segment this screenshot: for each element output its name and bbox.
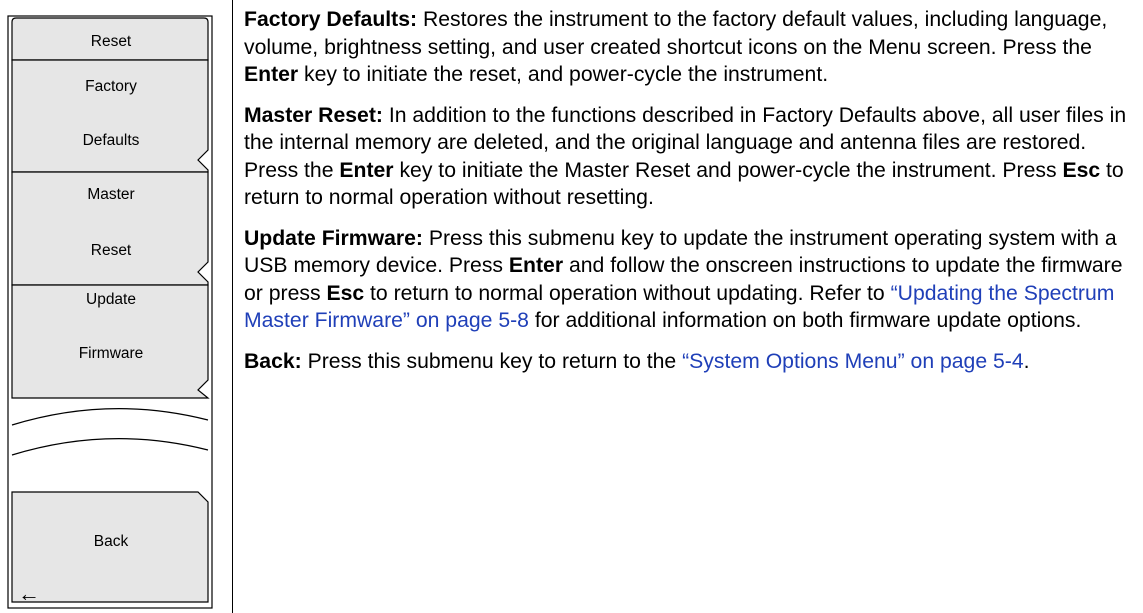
softkey-menu-panel: Reset Factory Defaults Master Reset Upda… [0, 0, 232, 613]
column-divider [232, 0, 233, 613]
enter-key-ref: Enter [244, 63, 299, 86]
desc-text: key to initiate the reset, and power-cyc… [298, 63, 829, 86]
back-label: Back [93, 533, 129, 550]
master-reset-line2: Reset [90, 242, 132, 259]
desc-text: for additional information on both firmw… [528, 309, 1082, 332]
desc-text: Press this submenu key to return to the [301, 349, 683, 373]
update-firmware-line1: Update [86, 291, 136, 308]
back-term: Back: [244, 349, 302, 373]
desc-text: key to initiate the Master Reset and pow… [393, 158, 1063, 182]
factory-defaults-line2: Defaults [82, 132, 140, 149]
master-reset-line1: Master [87, 186, 135, 203]
update-firmware-description: Update Firmware: Press this submenu key … [244, 225, 1136, 335]
desc-text: to return to normal operation without up… [364, 281, 891, 305]
desc-text: . [1023, 349, 1030, 373]
back-description: Back: Press this submenu key to return t… [244, 348, 1136, 376]
factory-defaults-term: Factory Defaults: [244, 8, 418, 31]
esc-key-ref: Esc [1062, 158, 1101, 182]
description-column: Factory Defaults: Restores the instrumen… [244, 6, 1136, 388]
factory-defaults-line1: Factory [85, 78, 137, 95]
menu-title: Reset [90, 33, 132, 50]
enter-key-ref: Enter [339, 158, 394, 182]
update-firmware-line2: Firmware [78, 345, 144, 362]
factory-defaults-description: Factory Defaults: Restores the instrumen… [244, 6, 1136, 89]
master-reset-term: Master Reset: [244, 103, 383, 127]
system-options-menu-link[interactable]: “System Options Menu” on page 5-4 [682, 350, 1024, 373]
factory-defaults-key-shape [11, 59, 209, 173]
back-arrow-icon: ← [18, 581, 40, 606]
master-reset-description: Master Reset: In addition to the functio… [244, 102, 1136, 212]
update-firmware-term: Update Firmware: [244, 226, 423, 250]
enter-key-ref: Enter [508, 254, 564, 277]
esc-key-ref: Esc [326, 281, 365, 305]
